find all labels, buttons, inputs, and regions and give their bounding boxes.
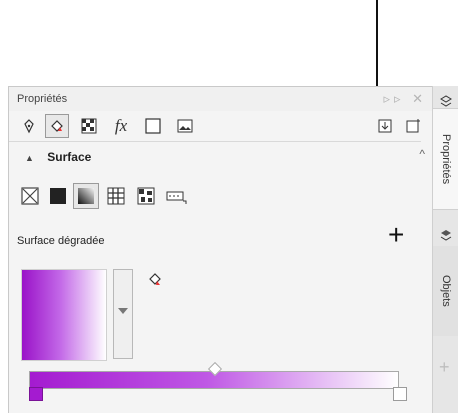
- transparency-icon[interactable]: [77, 114, 101, 138]
- vector-pattern-icon[interactable]: [103, 183, 129, 209]
- chevron-down-icon: [118, 308, 128, 314]
- uniform-fill-icon-svg: [50, 188, 66, 204]
- export-icon-svg: [378, 119, 392, 133]
- surface-section-title: Surface: [47, 150, 92, 164]
- collapse-chevron-icon[interactable]: ▲: [25, 153, 34, 163]
- gradient-end-stop[interactable]: [393, 387, 407, 401]
- fill-bucket-icon[interactable]: [45, 114, 69, 138]
- properties-toolbar: fx: [9, 113, 433, 141]
- pen-icon-svg: [24, 119, 34, 134]
- new-page-icon[interactable]: [401, 114, 425, 138]
- texture-fill-icon[interactable]: [163, 183, 189, 209]
- no-fill-icon-svg: [21, 187, 39, 205]
- fill-bucket-button-svg: [149, 273, 161, 285]
- gradient-preview-swatch[interactable]: [21, 269, 107, 361]
- new-page-icon-svg: [406, 119, 420, 133]
- image-icon[interactable]: [173, 114, 197, 138]
- add-dock-button[interactable]: +: [439, 357, 450, 378]
- gradient-fill-label: Surface dégradée: [17, 235, 105, 247]
- image-icon-svg: [177, 119, 193, 133]
- gradient-picker-dropdown[interactable]: [113, 269, 133, 359]
- frame-icon[interactable]: [141, 114, 165, 138]
- pen-icon[interactable]: [17, 114, 41, 138]
- panel-title: Propriétés: [17, 93, 68, 105]
- properties-panel: Propriétés ▹▹ ✕ fx ▲ Surface ^ Surface d…: [8, 86, 433, 413]
- transparency-icon-svg: [81, 118, 97, 134]
- fill-bucket-icon-svg: [51, 120, 63, 132]
- surface-section-header[interactable]: ▲ Surface: [25, 150, 91, 164]
- vector-pattern-icon-svg: [107, 187, 125, 205]
- gradient-fill-icon-svg: [78, 188, 94, 204]
- side-dock-tabs: Propriétés Objets +: [432, 86, 458, 413]
- screenshot-canvas: Propriétés ▹▹ ✕ fx ▲ Surface ^ Surface d…: [0, 0, 458, 413]
- export-icon[interactable]: [373, 114, 397, 138]
- section-separator: [9, 141, 421, 142]
- scroll-up-icon[interactable]: ^: [419, 147, 425, 161]
- add-gradient-button[interactable]: +: [388, 221, 404, 249]
- texture-fill-icon-svg: [166, 191, 187, 204]
- gradient-start-stop[interactable]: [29, 387, 43, 401]
- tab-properties[interactable]: Propriétés: [433, 108, 458, 210]
- no-fill-icon[interactable]: [17, 183, 43, 209]
- properties-tab-icon-svg: [440, 95, 452, 107]
- fill-type-toolbar: [17, 183, 267, 211]
- bitmap-pattern-icon[interactable]: [133, 183, 159, 209]
- uniform-fill-icon[interactable]: [45, 183, 71, 209]
- panel-header-controls[interactable]: ▹▹ ✕: [383, 91, 427, 107]
- effects-icon[interactable]: fx: [109, 114, 133, 138]
- panel-header: Propriétés ▹▹ ✕: [9, 87, 433, 111]
- tab-objects[interactable]: Objets: [433, 246, 458, 336]
- bitmap-pattern-icon-svg: [137, 187, 155, 205]
- objects-tab-icon-svg: [440, 230, 452, 241]
- fill-bucket-button-icon[interactable]: [145, 270, 165, 290]
- objects-tab-icon: [438, 227, 454, 243]
- gradient-fill-icon[interactable]: [73, 183, 99, 209]
- frame-icon-svg: [145, 118, 161, 134]
- gradient-editor: [29, 361, 409, 401]
